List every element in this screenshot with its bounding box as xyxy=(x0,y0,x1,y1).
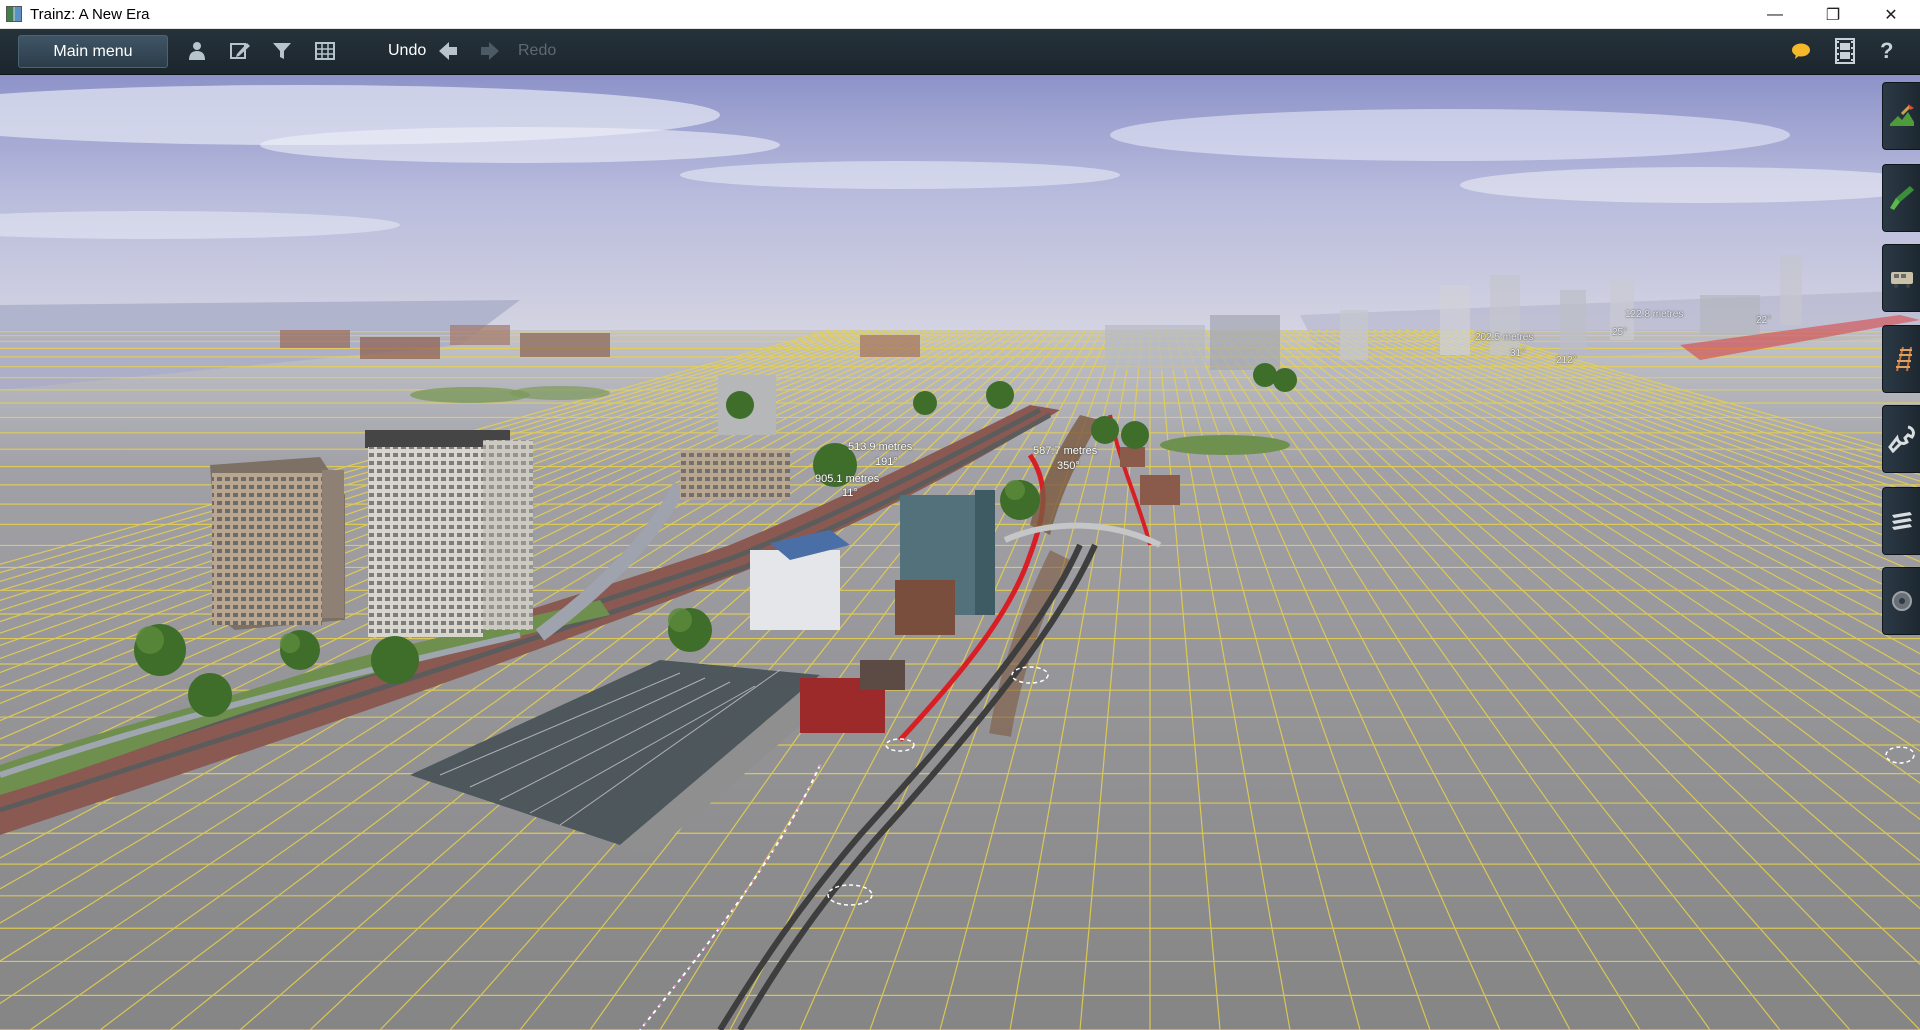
angle-label: 11° xyxy=(842,487,858,499)
objects-tool-button[interactable] xyxy=(1882,244,1920,312)
undo-arrow-icon[interactable] xyxy=(437,40,459,62)
paint-tool-button[interactable] xyxy=(1882,164,1920,232)
paint-brush-icon xyxy=(1889,186,1914,210)
undo-button[interactable]: Undo xyxy=(388,42,426,60)
angle-label: 31° xyxy=(1510,348,1526,359)
main-menu-button[interactable]: Main menu xyxy=(18,35,168,68)
angle-label: 191° xyxy=(875,456,898,468)
grid-icon[interactable] xyxy=(314,40,336,62)
chat-icon[interactable] xyxy=(1790,40,1812,62)
window-title: Trainz: A New Era xyxy=(30,5,150,23)
world-viewport[interactable]: 513.9 metres 191° 905.1 metres 11° 587.7… xyxy=(0,75,1920,1030)
redo-button[interactable]: Redo xyxy=(518,42,556,60)
track-tool-icon xyxy=(1895,346,1912,372)
distance-label: 202.5 metres xyxy=(1475,332,1534,343)
settings-button[interactable] xyxy=(1882,567,1920,635)
scene-render xyxy=(0,75,1920,1030)
distance-label: 587.7 metres xyxy=(1033,445,1098,457)
angle-label: 350° xyxy=(1057,460,1080,472)
close-button[interactable]: ✕ xyxy=(1862,0,1920,29)
window-titlebar: Trainz: A New Era — ❐ ✕ xyxy=(0,0,1920,29)
gear-disc-icon xyxy=(1891,591,1912,611)
edit-icon[interactable] xyxy=(229,40,251,62)
editor-toolbar: Main menu Undo Redo ? xyxy=(0,29,1920,75)
person-icon[interactable] xyxy=(186,40,208,62)
restore-button[interactable]: ❐ xyxy=(1804,0,1862,29)
minimize-button[interactable]: — xyxy=(1746,0,1804,29)
train-car-icon xyxy=(1890,272,1913,288)
layers-button[interactable] xyxy=(1882,487,1920,555)
angle-label: 212° xyxy=(1556,355,1577,366)
distance-label: 905.1 metres xyxy=(815,473,880,485)
redo-arrow-icon[interactable] xyxy=(479,40,501,62)
window-controls: — ❐ ✕ xyxy=(1746,0,1920,29)
tools-button[interactable] xyxy=(1882,405,1920,473)
terrain-tool-button[interactable] xyxy=(1882,82,1920,150)
wrench-icon xyxy=(1887,425,1915,453)
distance-label: 122.8 metres xyxy=(1625,309,1684,320)
film-icon[interactable] xyxy=(1833,38,1857,64)
app-icon xyxy=(6,6,22,22)
distance-label: 513.9 metres xyxy=(848,441,913,453)
angle-label: 22° xyxy=(1756,315,1772,326)
help-icon[interactable]: ? xyxy=(1880,38,1893,64)
track-tool-button[interactable] xyxy=(1882,325,1920,393)
filter-icon[interactable] xyxy=(271,40,293,62)
terrain-tool-icon xyxy=(1889,104,1914,126)
angle-label: 25° xyxy=(1612,327,1628,338)
layers-icon xyxy=(1891,512,1912,530)
